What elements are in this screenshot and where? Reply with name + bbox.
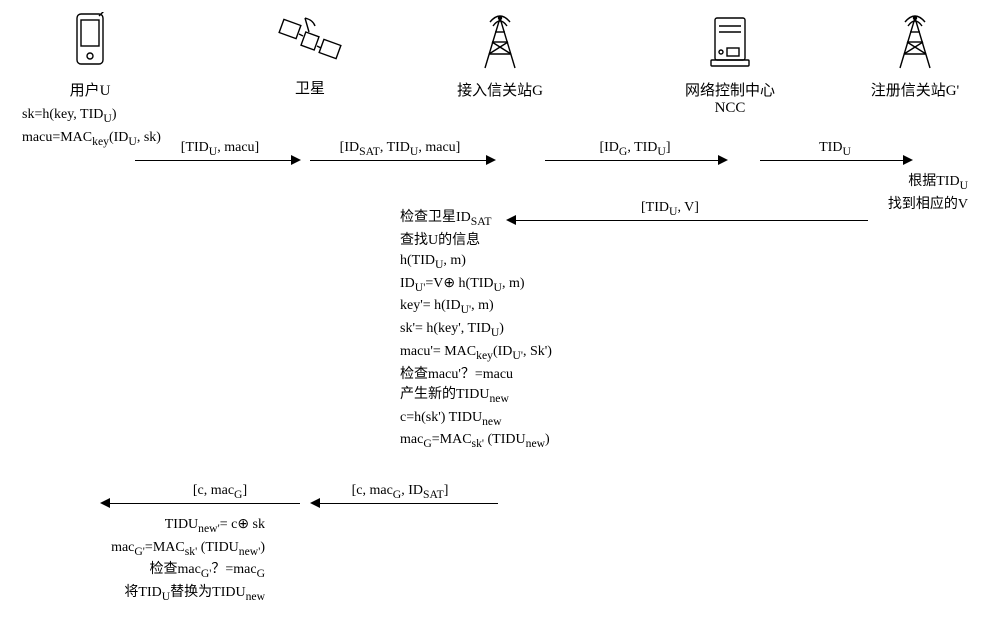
arrow-m4: [760, 160, 905, 161]
note-line: macG'=MACsk' (TIDUnew'): [10, 538, 265, 561]
note-line: 找到相应的V: [888, 195, 968, 215]
actor-ncc: 网络控制中心NCC: [670, 12, 790, 117]
actor-user-label: 用户U: [30, 79, 150, 100]
arrow-m6-head: [310, 498, 320, 508]
tower-icon: [475, 12, 525, 75]
msg-m3: [IDG, TIDU]: [550, 140, 720, 158]
note-line: 检查卫星IDSAT: [400, 208, 552, 231]
msg-m6-label: [c, macG, IDSAT]: [310, 483, 490, 501]
actor-gateway-label: 接入信关站G: [440, 79, 560, 100]
note-gateway-verify: 检查卫星IDSAT 查找U的信息 h(TIDU, m) IDU'=V⊕ h(TI…: [400, 208, 552, 453]
note-line: 将TIDU替换为TIDUnew: [10, 583, 265, 606]
note-line: macG=MACsk' (TIDUnew): [400, 430, 552, 453]
actor-user: 用户U: [30, 12, 150, 100]
msg-m4: TIDU: [765, 140, 905, 158]
note-line: TIDUnew'= c⊕ sk: [10, 515, 265, 538]
satellite-icon: [275, 12, 345, 73]
arrow-m1: [135, 160, 293, 161]
msg-m1: [TIDU, macu]: [140, 140, 300, 158]
arrow-m4-head: [903, 155, 913, 165]
actor-gprime: 注册信关站G': [855, 12, 975, 100]
tower-icon: [890, 12, 940, 75]
note-line: c=h(sk') TIDUnew: [400, 408, 552, 431]
actor-satellite-label: 卫星: [250, 77, 370, 98]
note-line: sk'= h(key', TIDU): [400, 319, 552, 342]
note-gprime-lookup: 根据TIDU 找到相应的V: [888, 172, 968, 215]
msg-m7-label: [c, macG]: [140, 483, 300, 501]
msg-m7: [c, macG]: [140, 483, 300, 501]
actor-gprime-label: 注册信关站G': [855, 79, 975, 100]
msg-m1-label: [TIDU, macu]: [140, 140, 300, 158]
msg-m2-label: [IDSAT, TIDU, macu]: [310, 140, 490, 158]
msg-m5: [TIDU, V]: [600, 200, 740, 218]
arrow-m1-head: [291, 155, 301, 165]
msg-m4-label: TIDU: [765, 140, 905, 158]
arrow-m3: [545, 160, 720, 161]
arrow-m2-head: [486, 155, 496, 165]
msg-m5-label: [TIDU, V]: [600, 200, 740, 218]
actor-satellite: 卫星: [250, 12, 370, 98]
note-user-verify: TIDUnew'= c⊕ sk macG'=MACsk' (TIDUnew') …: [10, 515, 265, 606]
arrow-m2: [310, 160, 488, 161]
actor-gateway: 接入信关站G: [440, 12, 560, 100]
arrow-m3-head: [718, 155, 728, 165]
arrow-m7: [110, 503, 300, 504]
note-line: 根据TIDU: [888, 172, 968, 195]
arrow-m7-head: [100, 498, 110, 508]
actor-ncc-label: 网络控制中心NCC: [670, 79, 790, 117]
note-line: h(TIDU, m): [400, 251, 552, 274]
arrow-m5: [516, 220, 868, 221]
msg-m3-label: [IDG, TIDU]: [550, 140, 720, 158]
note-line: IDU'=V⊕ h(TIDU, m): [400, 274, 552, 297]
note-line: 查找U的信息: [400, 231, 552, 251]
server-icon: [705, 12, 755, 75]
msg-m6: [c, macG, IDSAT]: [310, 483, 490, 501]
mobile-phone-icon: [71, 12, 109, 75]
note-line: 检查macG'？=macG: [10, 560, 265, 583]
arrow-m6: [320, 503, 498, 504]
note-line: key'= h(IDU', m): [400, 296, 552, 319]
note-line: macu'= MACkey(IDU', Sk'): [400, 342, 552, 365]
msg-m2: [IDSAT, TIDU, macu]: [310, 140, 490, 158]
note-line: sk=h(key, TIDU): [22, 105, 161, 128]
note-line: 检查macu'？=macu: [400, 365, 552, 385]
note-line: 产生新的TIDUnew: [400, 385, 552, 408]
